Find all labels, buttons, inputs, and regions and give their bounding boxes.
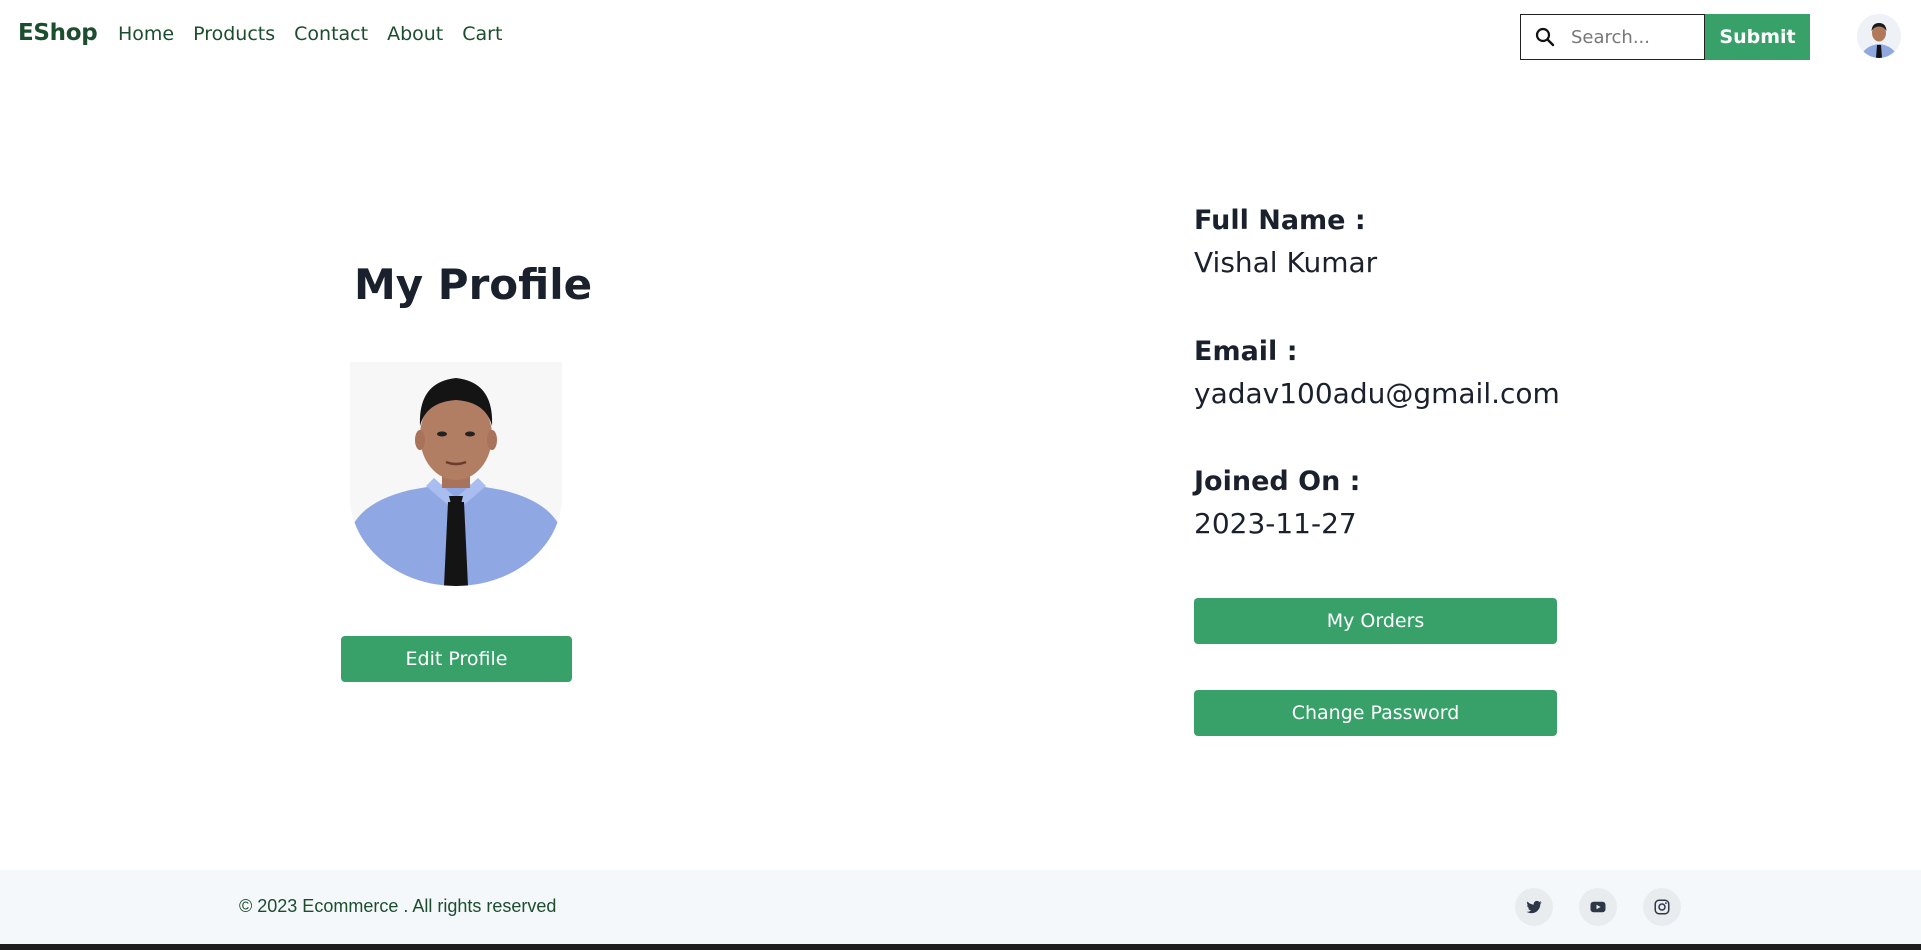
full-name-value: Vishal Kumar [1194,246,1378,279]
nav-link-contact[interactable]: Contact [294,23,368,45]
search-box [1520,14,1705,60]
nav-link-products[interactable]: Products [193,23,275,45]
search-icon [1535,27,1555,47]
youtube-icon[interactable] [1579,888,1617,926]
nav-link-home[interactable]: Home [118,23,174,45]
profile-photo-icon [350,362,562,586]
nav-link-cart[interactable]: Cart [462,23,502,45]
user-avatar-icon[interactable] [1857,14,1901,58]
nav-links: Home Products Contact About Cart [118,23,502,45]
change-password-button[interactable]: Change Password [1194,690,1557,736]
email-field: Email : yadav100adu@gmail.com [1194,336,1560,410]
search-submit-button[interactable]: Submit [1705,14,1810,60]
copyright-text: © 2023 Ecommerce . All rights reserved [239,896,557,916]
twitter-icon[interactable] [1515,888,1553,926]
full-name-label: Full Name : [1194,205,1366,236]
instagram-icon[interactable] [1643,888,1681,926]
email-label: Email : [1194,336,1298,367]
navbar: EShop Home Products Contact About Cart S… [0,0,1921,72]
my-orders-button[interactable]: My Orders [1194,598,1557,644]
bottom-bar [0,944,1921,950]
brand-logo[interactable]: EShop [18,20,98,46]
page-title: My Profile [354,260,593,309]
full-name-field: Full Name : Vishal Kumar [1194,205,1377,279]
search-input[interactable] [1569,25,1699,49]
joined-on-label: Joined On : [1194,466,1361,497]
email-value: yadav100adu@gmail.com [1194,377,1560,410]
footer: © 2023 Ecommerce . All rights reserved [0,870,1921,944]
nav-link-about[interactable]: About [387,23,443,45]
joined-on-value: 2023-11-27 [1194,507,1357,540]
joined-on-field: Joined On : 2023-11-27 [1194,466,1360,540]
edit-profile-button[interactable]: Edit Profile [341,636,572,682]
